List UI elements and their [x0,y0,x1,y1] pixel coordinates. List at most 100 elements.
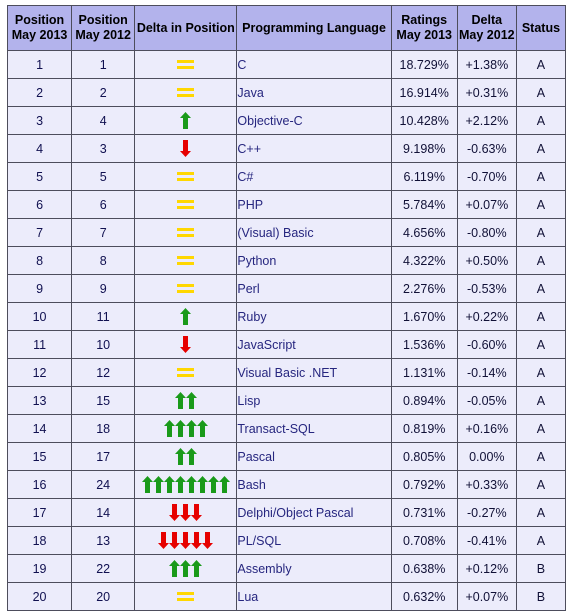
cell-status: B [515,582,567,611]
arrow-up-icon-group [174,392,197,409]
cell-delta-2012: -0.27% [456,498,517,527]
cell-delta-position [134,330,238,359]
cell-position-2013: 20 [6,582,73,611]
arrow-up-icon-group [174,448,197,465]
cell-ratings-2013: 4.656% [390,218,458,247]
cell-position-2013: 11 [6,330,73,359]
cell-position-2013: 5 [6,162,73,191]
cell-ratings-2013: 16.914% [390,78,458,107]
arrow-up-icon [152,476,164,493]
arrow-up-icon [174,392,186,409]
cell-position-2012: 9 [71,274,136,303]
cell-delta-position [134,78,238,107]
cell-language[interactable]: C# [236,162,392,191]
table-row: 4 3 C++ 9.198% -0.63% A [6,134,567,163]
cell-language[interactable]: Assembly [236,554,392,583]
cell-language[interactable]: Pascal [236,442,392,471]
column-header-status: Status [515,5,567,51]
cell-language[interactable]: Python [236,246,392,275]
cell-delta-position [134,442,238,471]
column-header-line2: May 2012 [75,28,131,42]
cell-position-2013: 3 [6,106,73,135]
arrow-down-icon [191,532,203,549]
cell-delta-2012: -0.60% [456,330,517,359]
cell-position-2012: 22 [71,554,136,583]
cell-position-2012: 24 [71,470,136,499]
arrow-up-icon [207,476,219,493]
arrow-up-icon [196,420,208,437]
column-header-position_2012: Position May 2012 [71,5,136,51]
cell-language[interactable]: C [236,50,392,79]
table-row: 14 18 Transact-SQL 0.819% +0.16% A [6,414,567,443]
cell-status: A [515,190,567,219]
cell-delta-2012: -0.05% [456,386,517,415]
cell-ratings-2013: 10.428% [390,106,458,135]
cell-language[interactable]: Visual Basic .NET [236,358,392,387]
cell-delta-2012: -0.80% [456,218,517,247]
tiobe-index-table-page: Position May 2013 Position May 2012 Delta in… [0,0,572,611]
cell-ratings-2013: 0.792% [390,470,458,499]
cell-ratings-2013: 0.731% [390,498,458,527]
arrow-up-icon [169,560,181,577]
arrow-up-icon-group [163,420,208,437]
arrow-up-icon-group [169,560,203,577]
cell-status: A [515,246,567,275]
cell-ratings-2013: 0.819% [390,414,458,443]
cell-status: A [515,50,567,79]
cell-language[interactable]: PL/SQL [236,526,392,555]
table-row: 3 4 Objective-C 10.428% +2.12% A [6,106,567,135]
cell-delta-2012: +0.50% [456,246,517,275]
cell-language[interactable]: Lua [236,582,392,611]
equals-icon [177,591,195,602]
cell-position-2013: 4 [6,134,73,163]
arrow-up-icon [180,560,192,577]
table-row: 12 12 Visual Basic .NET 1.131% -0.14% A [6,358,567,387]
arrow-down-icon [158,532,170,549]
cell-position-2012: 15 [71,386,136,415]
cell-status: A [515,218,567,247]
arrow-up-icon [185,448,197,465]
cell-language[interactable]: Bash [236,470,392,499]
arrow-up-icon [191,560,203,577]
cell-status: A [515,162,567,191]
cell-ratings-2013: 1.131% [390,358,458,387]
cell-position-2013: 10 [6,302,73,331]
cell-ratings-2013: 0.708% [390,526,458,555]
equals-icon [177,255,195,266]
table-row: 16 24 Bash 0.792% +0.33% A [6,470,567,499]
cell-language[interactable]: Objective-C [236,106,392,135]
table-row: 13 15 Lisp 0.894% -0.05% A [6,386,567,415]
cell-language[interactable]: C++ [236,134,392,163]
cell-delta-2012: +2.12% [456,106,517,135]
cell-language[interactable]: PHP [236,190,392,219]
cell-position-2012: 11 [71,302,136,331]
column-header-position_2013: Position May 2013 [6,5,73,51]
cell-position-2013: 2 [6,78,73,107]
cell-status: A [515,526,567,555]
table-row: 7 7 (Visual) Basic 4.656% -0.80% A [6,218,567,247]
cell-delta-2012: +0.12% [456,554,517,583]
cell-ratings-2013: 0.638% [390,554,458,583]
cell-language[interactable]: Transact-SQL [236,414,392,443]
cell-language[interactable]: (Visual) Basic [236,218,392,247]
cell-ratings-2013: 0.894% [390,386,458,415]
column-header-line1: Programming Language [242,20,386,35]
cell-delta-position [134,106,238,135]
cell-ratings-2013: 9.198% [390,134,458,163]
cell-delta-position [134,302,238,331]
arrow-up-icon-group [180,308,192,325]
tiobe-ranking-table: Position May 2013 Position May 2012 Delta in… [6,5,567,611]
cell-language[interactable]: Perl [236,274,392,303]
column-header-line2: May 2013 [396,28,453,42]
cell-language[interactable]: Java [236,78,392,107]
cell-ratings-2013: 18.729% [390,50,458,79]
cell-language[interactable]: Delphi/Object Pascal [236,498,392,527]
column-header-line1: Delta in Position [136,20,235,35]
arrow-down-icon-group [169,504,203,521]
table-row: 5 5 C# 6.119% -0.70% A [6,162,567,191]
cell-language[interactable]: Ruby [236,302,392,331]
cell-language[interactable]: Lisp [236,386,392,415]
cell-language[interactable]: JavaScript [236,330,392,359]
arrow-down-icon [180,504,192,521]
cell-delta-position [134,386,238,415]
